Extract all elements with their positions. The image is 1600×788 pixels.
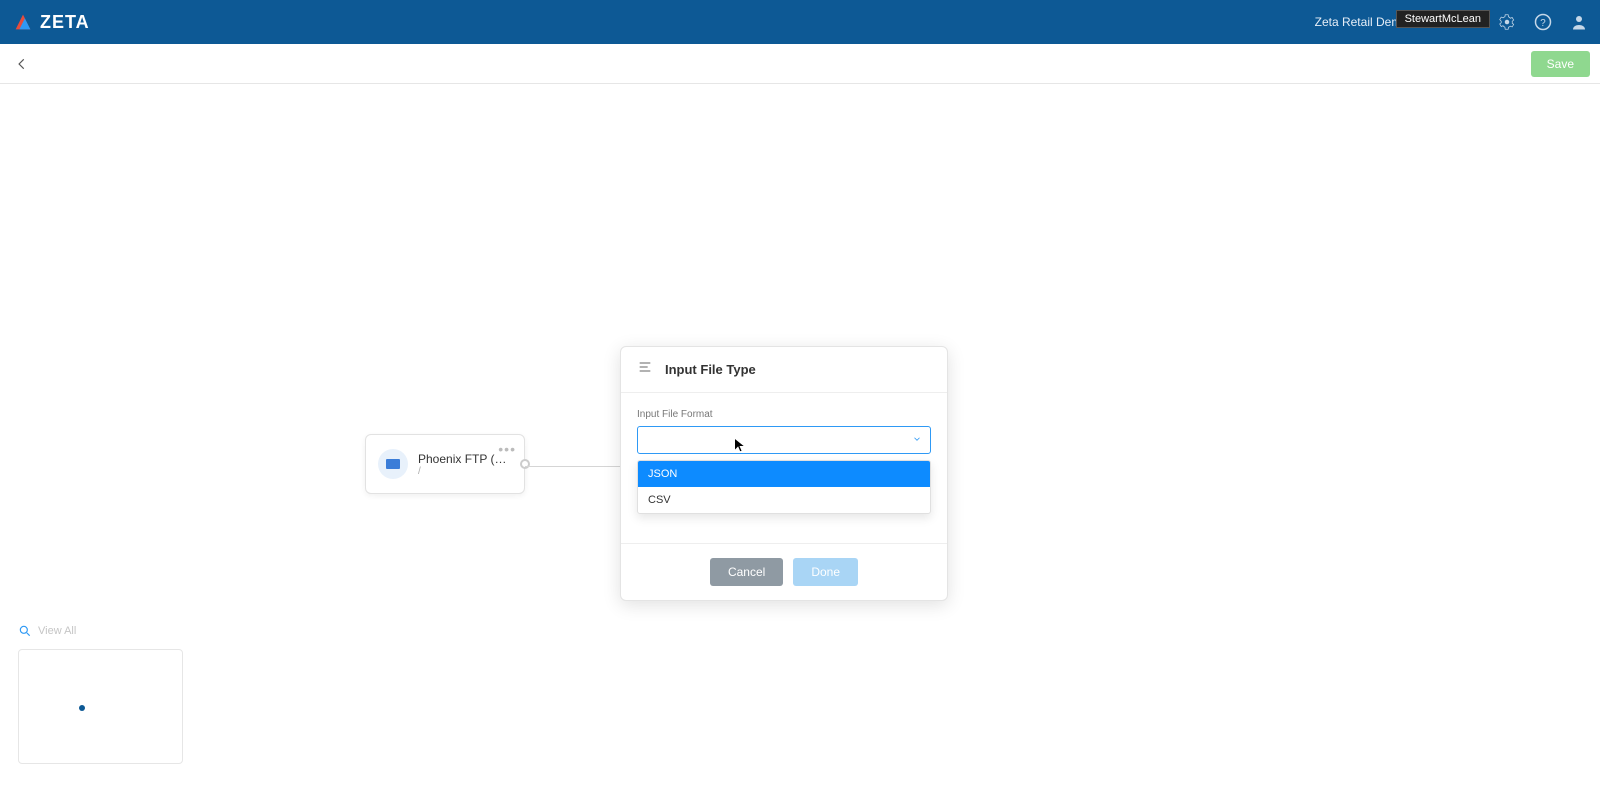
presenter-tag: StewartMcLean [1396, 10, 1490, 28]
dropdown-option-json[interactable]: JSON [638, 461, 930, 487]
modal-title: Input File Type [665, 362, 756, 377]
input-file-type-modal: Input File Type Input File Format JSON C… [620, 346, 948, 601]
node-connector [525, 466, 620, 467]
help-icon[interactable]: ? [1534, 13, 1552, 31]
svg-text:?: ? [1540, 18, 1546, 29]
minimap-node-dot [79, 705, 85, 711]
done-button[interactable]: Done [793, 558, 858, 586]
workflow-canvas[interactable]: ••• Phoenix FTP (BM... / Input File Type… [0, 84, 1600, 788]
node-subtitle: / [418, 466, 512, 477]
sub-toolbar: Save [0, 44, 1600, 84]
node-output-port[interactable] [520, 459, 530, 469]
field-label: Input File Format [637, 409, 931, 420]
input-format-select[interactable] [637, 426, 931, 454]
workflow-node[interactable]: ••• Phoenix FTP (BM... / [365, 434, 525, 494]
app-header: ZETA Zeta Retail Demo ? [0, 0, 1600, 44]
cancel-button[interactable]: Cancel [710, 558, 783, 586]
minimap-search-placeholder: View All [38, 625, 76, 637]
list-icon [637, 359, 653, 380]
user-icon[interactable] [1570, 13, 1588, 31]
dropdown-option-csv[interactable]: CSV [638, 487, 930, 513]
input-format-dropdown: JSON CSV [637, 460, 931, 514]
back-button[interactable] [10, 52, 34, 76]
settings-icon[interactable] [1498, 13, 1516, 31]
logo[interactable]: ZETA [12, 11, 90, 33]
chevron-down-icon [912, 431, 922, 449]
save-button[interactable]: Save [1531, 51, 1590, 77]
org-name[interactable]: Zeta Retail Demo [1315, 15, 1408, 29]
minimap-search[interactable]: View All [18, 624, 76, 638]
node-menu-icon[interactable]: ••• [498, 441, 516, 457]
folder-icon [378, 449, 408, 479]
brand-text: ZETA [40, 12, 90, 33]
logo-icon [12, 11, 34, 33]
minimap[interactable] [18, 649, 183, 764]
